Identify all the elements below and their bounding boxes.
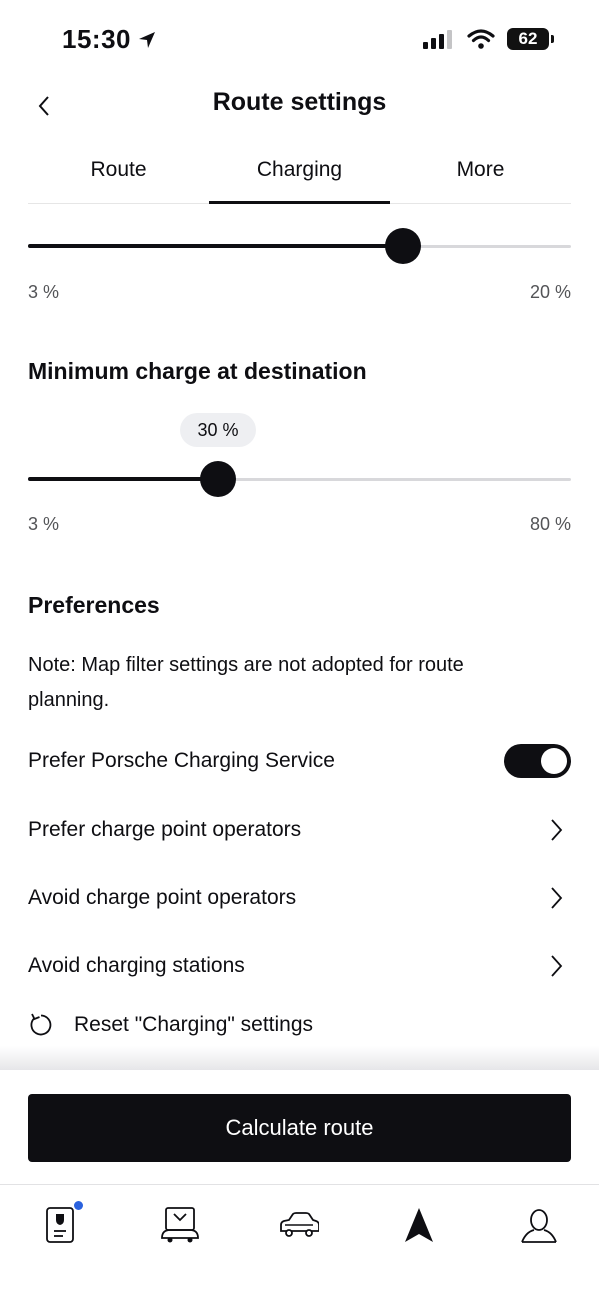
- bottom-panel: Calculate route: [0, 1070, 599, 1300]
- navigation-arrow-icon: [405, 1207, 434, 1242]
- status-time-text: 15:30: [62, 24, 131, 54]
- reset-label: Reset "Charging" settings: [74, 1013, 314, 1036]
- avoid-stations-row[interactable]: Avoid charging stations: [28, 941, 571, 991]
- status-bar: 15:30 62: [0, 0, 599, 80]
- signal-icon: [423, 30, 452, 49]
- reset-charging-settings[interactable]: Reset "Charging" settings: [28, 1012, 313, 1038]
- header: Route settings: [0, 80, 599, 130]
- destination-charge-slider[interactable]: [28, 459, 571, 499]
- page-title: Route settings: [212, 88, 387, 116]
- avoid-operators-row[interactable]: Avoid charge point operators: [28, 873, 571, 923]
- chevron-right-icon: [541, 883, 571, 913]
- prefer-porsche-charging-row: Prefer Porsche Charging Service: [28, 736, 571, 786]
- tab-car[interactable]: [240, 1185, 360, 1264]
- avoid-stations-label: Avoid charging stations: [28, 954, 245, 977]
- location-arrow-icon: [139, 31, 155, 48]
- charging-car-icon: [160, 1206, 199, 1242]
- prefer-operators-label: Prefer charge point operators: [28, 818, 302, 841]
- toggle-knob: [541, 748, 567, 774]
- slider-thumb[interactable]: [200, 461, 237, 497]
- status-indicators: 62: [423, 28, 554, 50]
- tab-charging-car[interactable]: [120, 1185, 240, 1264]
- bottom-tab-bar: [0, 1184, 599, 1264]
- destination-charge-heading: Minimum charge at destination: [28, 358, 367, 384]
- slider-value-bubble: 30 %: [180, 413, 257, 447]
- preferences-heading: Preferences: [28, 592, 160, 618]
- slider-dest-min-label: 3 %: [28, 514, 60, 534]
- slider-value-label: 30 %: [197, 419, 239, 440]
- avoid-operators-label: Avoid charge point operators: [28, 886, 297, 909]
- wifi-icon: [467, 29, 495, 49]
- tab-navigation[interactable]: [359, 1185, 479, 1264]
- bottom-shadow: [0, 1046, 599, 1072]
- slider-dest-max-label: 80 %: [529, 514, 571, 534]
- calculate-route-button[interactable]: Calculate route: [28, 1094, 571, 1162]
- tab-bar: Route Charging More: [28, 140, 571, 204]
- slider-fill: [28, 477, 219, 481]
- prefer-porsche-charging-label: Prefer Porsche Charging Service: [28, 749, 335, 772]
- phone-key-icon: [45, 1206, 74, 1243]
- slider-thumb[interactable]: [384, 228, 421, 264]
- slider-top-max-label: 20 %: [529, 282, 571, 302]
- chevron-right-icon: [541, 815, 571, 845]
- charge-slider-top[interactable]: [28, 226, 571, 266]
- profile-icon: [521, 1208, 557, 1243]
- battery-level: 62: [518, 29, 538, 48]
- car-icon: [280, 1211, 320, 1237]
- tab-charging[interactable]: Charging: [209, 140, 390, 204]
- status-time: 15:30: [62, 24, 157, 55]
- slider-top-min-label: 3 %: [28, 282, 60, 302]
- prefer-porsche-charging-toggle[interactable]: [504, 744, 571, 778]
- battery-icon: 62: [507, 28, 554, 50]
- tab-route[interactable]: Route: [28, 140, 209, 203]
- preferences-note: Note: Map filter settings are not adopte…: [28, 654, 464, 711]
- notification-badge: [74, 1201, 83, 1210]
- tab-phone-key[interactable]: [0, 1185, 120, 1264]
- tab-more[interactable]: More: [390, 140, 571, 203]
- reset-icon: [30, 1013, 52, 1036]
- tab-profile[interactable]: [479, 1185, 599, 1264]
- prefer-operators-row[interactable]: Prefer charge point operators: [28, 805, 571, 855]
- chevron-right-icon: [541, 951, 571, 981]
- slider-fill: [28, 244, 403, 248]
